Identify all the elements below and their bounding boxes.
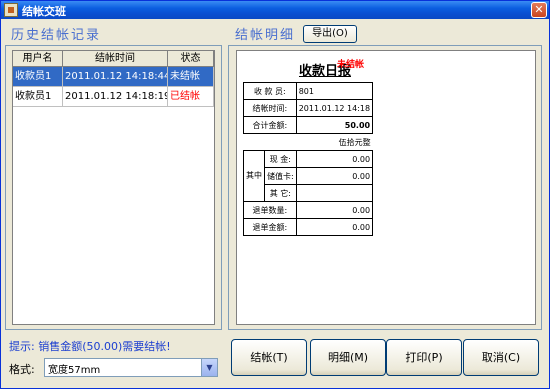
report-table: 收 款 员: 801 结帐时间: 2011.01.12 14:18 合计金额: … xyxy=(243,82,374,236)
cash-label: 现 金: xyxy=(264,150,297,168)
cancel-button[interactable]: 取消(C) xyxy=(463,339,539,376)
detail-title: 结帐明细 xyxy=(235,28,296,43)
returns-amount-value: 0.00 xyxy=(295,218,374,236)
detail-panel: 收款日报 未结帐 收 款 员: 801 结帐时间: 2011.01.12 14:… xyxy=(228,45,542,330)
report-status: 未结帐 xyxy=(337,60,365,70)
column-header-user[interactable]: 用户名 xyxy=(13,51,63,66)
cell-time: 2011.01.12 14:18:44 xyxy=(63,67,168,86)
chevron-down-icon[interactable]: ▼ xyxy=(201,359,217,376)
returns-amount-label: 退单金额: xyxy=(243,218,297,236)
window-title: 结帐交班 xyxy=(22,5,66,18)
stored-card-label: 储值卡: xyxy=(264,167,297,185)
report-preview: 收款日报 未结帐 收 款 员: 801 结帐时间: 2011.01.12 14:… xyxy=(236,50,536,325)
cell-status: 已结帐 xyxy=(168,87,214,106)
cashier-value: 801 xyxy=(295,82,374,100)
checkout-time-label: 结帐时间: xyxy=(243,99,297,117)
total-value: 50.00 xyxy=(295,116,374,134)
returns-qty-label: 退单数量: xyxy=(243,201,297,219)
other-value xyxy=(295,184,374,202)
column-header-time[interactable]: 结帐时间 xyxy=(63,51,168,66)
print-button[interactable]: 打印(P) xyxy=(386,339,462,376)
app-icon xyxy=(4,3,18,17)
other-label: 其 它: xyxy=(264,184,297,202)
cash-value: 0.00 xyxy=(295,150,374,168)
breakdown-label: 其中 xyxy=(243,150,265,202)
table-row[interactable]: 收款员1 2011.01.12 14:18:19 已结帐 xyxy=(13,87,214,107)
history-title: 历史结帐记录 xyxy=(11,28,102,43)
cell-user: 收款员1 xyxy=(13,67,63,86)
returns-qty-value: 0.00 xyxy=(295,201,374,219)
table-row[interactable]: 收款员1 2011.01.12 14:18:44 未结帐 xyxy=(13,67,214,87)
title-bar: 结帐交班 ✕ xyxy=(1,1,549,19)
format-selected-value: 宽度57mm xyxy=(48,365,101,376)
stored-card-value: 0.00 xyxy=(295,167,374,185)
table-header: 用户名 结帐时间 状态 xyxy=(13,51,214,67)
column-header-status[interactable]: 状态 xyxy=(168,51,214,66)
history-panel: 用户名 结帐时间 状态 收款员1 2011.01.12 14:18:44 未结帐… xyxy=(5,45,222,330)
total-in-words: 伍拾元整 xyxy=(243,133,373,151)
format-label: 格式: xyxy=(9,363,35,376)
format-select[interactable]: 宽度57mm ▼ xyxy=(44,358,218,377)
close-button[interactable]: ✕ xyxy=(531,2,547,18)
cell-time: 2011.01.12 14:18:19 xyxy=(63,87,168,106)
export-button[interactable]: 导出(O) xyxy=(303,25,357,43)
cell-user: 收款员1 xyxy=(13,87,63,106)
history-table: 用户名 结帐时间 状态 收款员1 2011.01.12 14:18:44 未结帐… xyxy=(12,50,215,325)
checkout-button[interactable]: 结帐(T) xyxy=(231,339,307,376)
cell-status: 未结帐 xyxy=(168,67,214,86)
cashier-label: 收 款 员: xyxy=(243,82,297,100)
report-title: 收款日报 xyxy=(298,64,351,79)
total-label: 合计金额: xyxy=(243,116,297,134)
checkout-time-value: 2011.01.12 14:18 xyxy=(295,99,374,117)
checkout-window: 结帐交班 ✕ 历史结帐记录 结帐明细 导出(O) 用户名 结帐时间 状态 收款员… xyxy=(0,0,550,389)
detail-button[interactable]: 明细(M) xyxy=(310,339,386,376)
hint-text: 提示: 销售金额(50.00)需要结帐! xyxy=(9,340,171,353)
